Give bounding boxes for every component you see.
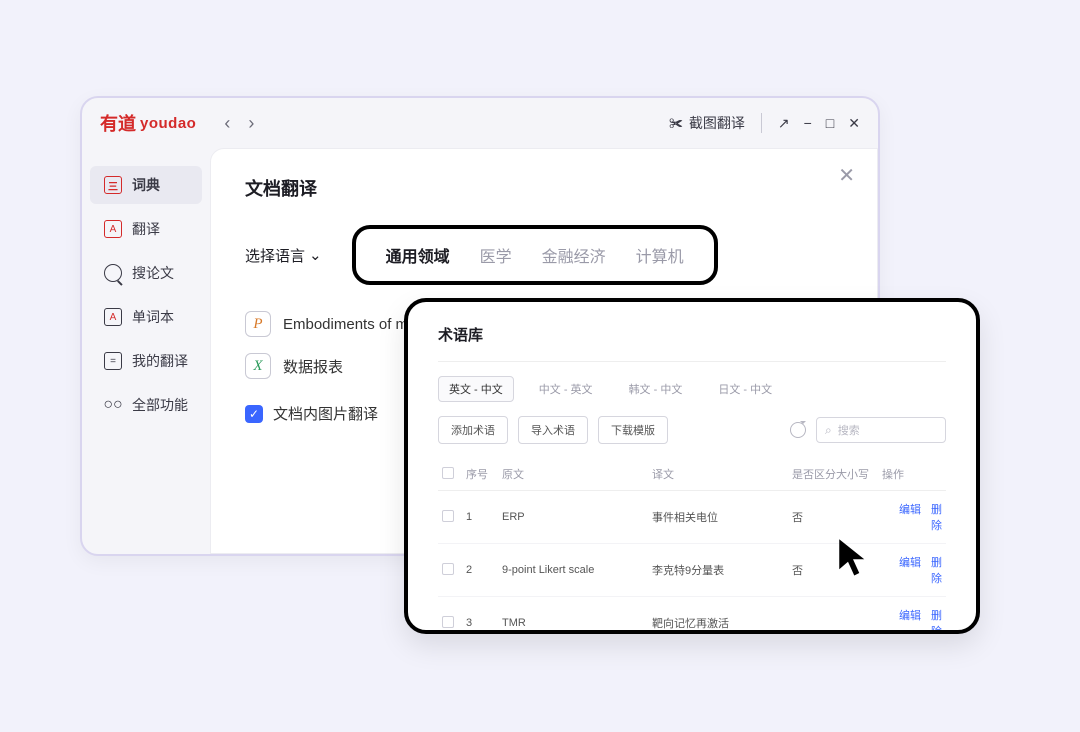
table-row: 2 9-point Likert scale 李克特9分量表 否 编辑删除 xyxy=(438,544,946,597)
refresh-icon[interactable] xyxy=(790,422,806,438)
sidebar: 三 词典 A 翻译 搜论文 A 单词本 = 我的翻译 ○○ 全部功能 xyxy=(82,148,210,554)
select-all-checkbox[interactable] xyxy=(442,467,454,479)
translate-icon: A xyxy=(104,220,122,238)
sidebar-item-papers[interactable]: 搜论文 xyxy=(90,254,202,292)
cell-case xyxy=(788,597,878,635)
crop-icon: ✀︎ xyxy=(669,115,683,132)
delete-link[interactable]: 删除 xyxy=(931,557,942,585)
sidebar-item-label: 全部功能 xyxy=(132,395,188,415)
add-term-button[interactable]: 添加术语 xyxy=(438,416,508,444)
language-row: 选择语言 ⌄ 通用领域 医学 金融经济 计算机 xyxy=(245,225,843,285)
sidebar-item-dictionary[interactable]: 三 词典 xyxy=(90,166,202,204)
titlebar: 有道 youdao ‹ › ✀︎ 截图翻译 ↗ − □ ✕ xyxy=(82,98,878,148)
col-index: 序号 xyxy=(462,458,498,491)
col-target: 译文 xyxy=(648,458,788,491)
checkbox-label: 文档内图片翻译 xyxy=(273,403,378,424)
screenshot-translate-button[interactable]: ✀︎ 截图翻译 xyxy=(669,113,745,133)
file-name: Embodiments of min xyxy=(283,316,420,333)
dialog-toolbar: 添加术语 导入术语 下载模版 ⌕ 搜索 xyxy=(438,416,946,444)
domain-tab-computer[interactable]: 计算机 xyxy=(636,243,684,267)
edit-link[interactable]: 编辑 xyxy=(899,504,921,516)
wordbook-icon: A xyxy=(104,308,122,326)
col-case-sensitive: 是否区分大小写 xyxy=(788,458,878,491)
col-source: 原文 xyxy=(498,458,648,491)
screenshot-translate-label: 截图翻译 xyxy=(689,113,745,133)
cell-source: TMR xyxy=(498,597,648,635)
nav-forward-icon[interactable]: › xyxy=(248,113,254,134)
expand-icon[interactable]: ↗ xyxy=(778,115,790,132)
minimize-icon[interactable]: − xyxy=(804,115,812,131)
langpair-tab-en-zh[interactable]: 英文 - 中文 xyxy=(438,376,514,402)
terminology-dialog: 术语库 英文 - 中文 中文 - 英文 韩文 - 中文 日文 - 中文 添加术语… xyxy=(404,298,980,634)
domain-tabs: 通用领域 医学 金融经济 计算机 xyxy=(352,225,718,285)
delete-link[interactable]: 删除 xyxy=(931,504,942,532)
language-pair-tabs: 英文 - 中文 中文 - 英文 韩文 - 中文 日文 - 中文 xyxy=(438,376,946,402)
sidebar-item-label: 翻译 xyxy=(132,219,160,239)
pdf-icon: P xyxy=(245,311,271,337)
cell-source: ERP xyxy=(498,491,648,544)
search-input[interactable]: ⌕ 搜索 xyxy=(816,417,946,443)
cell-index: 1 xyxy=(462,491,498,544)
langpair-tab-zh-en[interactable]: 中文 - 英文 xyxy=(528,376,604,402)
dialog-title: 术语库 xyxy=(438,324,946,345)
sidebar-item-label: 单词本 xyxy=(132,307,174,327)
download-template-button[interactable]: 下载模版 xyxy=(598,416,668,444)
grid-icon: ○○ xyxy=(104,396,122,414)
chevron-down-icon: ⌄ xyxy=(309,246,322,264)
import-term-button[interactable]: 导入术语 xyxy=(518,416,588,444)
search-icon xyxy=(104,264,122,282)
row-checkbox[interactable] xyxy=(442,510,454,522)
langpair-tab-ja-zh[interactable]: 日文 - 中文 xyxy=(707,376,783,402)
sidebar-item-wordbook[interactable]: A 单词本 xyxy=(90,298,202,336)
col-actions: 操作 xyxy=(878,458,946,491)
delete-link[interactable]: 删除 xyxy=(931,610,942,634)
divider xyxy=(438,361,946,362)
sidebar-item-label: 搜论文 xyxy=(132,263,174,283)
panel-close-icon[interactable]: ✕ xyxy=(838,163,855,188)
cell-index: 2 xyxy=(462,544,498,597)
checkbox-checked-icon: ✓ xyxy=(245,405,263,423)
divider xyxy=(761,113,762,133)
domain-tab-medical[interactable]: 医学 xyxy=(480,243,512,267)
logo-cn: 有道 xyxy=(100,110,136,136)
search-placeholder: 搜索 xyxy=(838,422,860,438)
domain-tab-general[interactable]: 通用领域 xyxy=(386,243,450,267)
cell-target: 靶向记忆再激活 xyxy=(648,597,788,635)
panel-title: 文档翻译 xyxy=(245,175,843,201)
sidebar-item-my-translations[interactable]: = 我的翻译 xyxy=(90,342,202,380)
app-logo: 有道 youdao xyxy=(100,110,196,136)
row-checkbox[interactable] xyxy=(442,563,454,575)
language-select[interactable]: 选择语言 ⌄ xyxy=(245,245,322,266)
list-icon: = xyxy=(104,352,122,370)
domain-tab-finance[interactable]: 金融经济 xyxy=(542,243,606,267)
nav-back-icon[interactable]: ‹ xyxy=(224,113,230,134)
cell-source: 9-point Likert scale xyxy=(498,544,648,597)
excel-icon: X xyxy=(245,353,271,379)
table-row: 3 TMR 靶向记忆再激活 编辑删除 xyxy=(438,597,946,635)
edit-link[interactable]: 编辑 xyxy=(899,610,921,622)
cell-target: 事件相关电位 xyxy=(648,491,788,544)
cell-target: 李克特9分量表 xyxy=(648,544,788,597)
cell-case: 否 xyxy=(788,544,878,597)
search-icon: ⌕ xyxy=(825,423,832,438)
close-icon[interactable]: ✕ xyxy=(848,115,860,132)
file-name: 数据报表 xyxy=(283,356,343,377)
logo-en: youdao xyxy=(140,115,196,132)
cell-index: 3 xyxy=(462,597,498,635)
langpair-tab-ko-zh[interactable]: 韩文 - 中文 xyxy=(618,376,694,402)
language-label: 选择语言 xyxy=(245,245,305,266)
table-row: 1 ERP 事件相关电位 否 编辑删除 xyxy=(438,491,946,544)
sidebar-item-label: 我的翻译 xyxy=(132,351,188,371)
edit-link[interactable]: 编辑 xyxy=(899,557,921,569)
maximize-icon[interactable]: □ xyxy=(826,115,834,131)
sidebar-item-all-features[interactable]: ○○ 全部功能 xyxy=(90,386,202,424)
row-checkbox[interactable] xyxy=(442,616,454,628)
sidebar-item-label: 词典 xyxy=(132,175,160,195)
book-icon: 三 xyxy=(104,176,122,194)
sidebar-item-translate[interactable]: A 翻译 xyxy=(90,210,202,248)
terminology-table: 序号 原文 译文 是否区分大小写 操作 1 ERP 事件相关电位 否 编辑删除 … xyxy=(438,458,946,634)
cell-case: 否 xyxy=(788,491,878,544)
